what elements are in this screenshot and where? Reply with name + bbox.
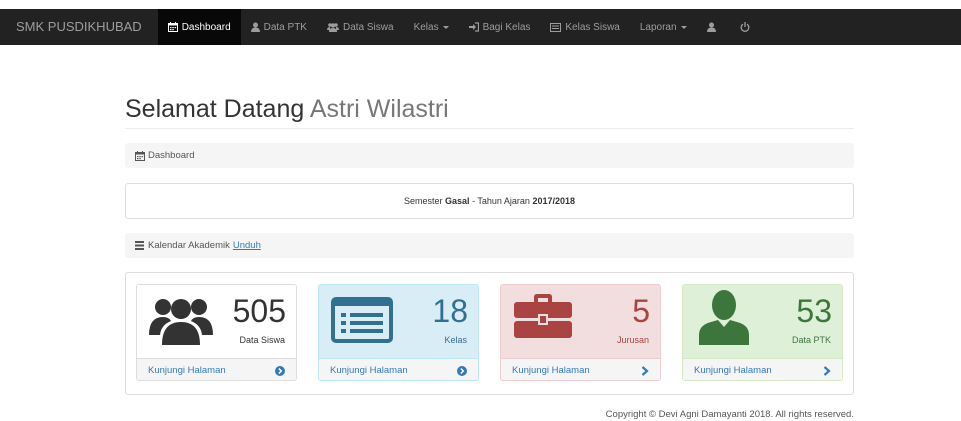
circle-arrow-right-icon	[457, 365, 467, 376]
visit-page-label: Kunjungi Halaman	[694, 365, 772, 376]
nav-item-data-siswa[interactable]: Data Siswa	[317, 9, 404, 45]
nav-item-kelas-siswa[interactable]: Kelas Siswa	[540, 9, 629, 45]
visit-page-label: Kunjungi Halaman	[512, 365, 590, 376]
nav-label-data-ptk: Data PTK	[263, 21, 307, 33]
list-icon	[135, 241, 144, 250]
copyright-text: Copyright © Devi Agni Damayanti 2018. Al…	[605, 409, 854, 420]
stat-card-kelas: 18 Kelas Kunjungi Halaman	[318, 284, 479, 381]
visit-page-link[interactable]: Kunjungi Halaman	[501, 358, 660, 380]
stat-label: Kelas	[444, 335, 467, 345]
sign-in-icon	[468, 22, 479, 32]
user-name: Astri Wilastri	[309, 95, 449, 123]
circle-arrow-right-icon	[275, 365, 285, 376]
users-icon	[326, 23, 339, 32]
briefcase-icon	[514, 294, 572, 338]
list-alt-icon	[331, 297, 393, 343]
user-icon	[699, 290, 749, 345]
visit-page-link[interactable]: Kunjungi Halaman	[319, 358, 478, 380]
list-alt-icon	[550, 22, 562, 32]
stat-value: 18	[432, 293, 468, 329]
page-title: Selamat Datang Astri Wilastri	[125, 95, 449, 124]
visit-page-link[interactable]: Kunjungi Halaman	[683, 358, 842, 380]
stat-label: Data PTK	[791, 335, 831, 345]
stat-label: Data Siswa	[239, 335, 285, 345]
visit-page-label: Kunjungi Halaman	[148, 365, 226, 376]
nav-label-bagi-kelas: Bagi Kelas	[482, 21, 531, 33]
welcome-text: Selamat Datang	[125, 95, 305, 123]
caret-down-icon	[680, 25, 687, 29]
visit-page-label: Kunjungi Halaman	[330, 365, 408, 376]
stat-card-data-ptk: 53 Data PTK Kunjungi Halaman	[682, 284, 843, 381]
users-icon	[149, 299, 213, 345]
chevron-right-icon	[823, 365, 831, 376]
academic-year: 2017/2018	[532, 196, 576, 206]
power-icon	[740, 22, 749, 32]
nav-item-bagi-kelas[interactable]: Bagi Kelas	[459, 9, 541, 45]
kalendar-label: Kalendar Akademik	[148, 240, 230, 251]
breadcrumb-label: Dashboard	[148, 150, 195, 161]
stat-value: 5	[632, 293, 650, 329]
user-icon	[706, 22, 716, 32]
semester-info: Semester Gasal - Tahun Ajaran 2017/2018	[125, 183, 854, 219]
semester-value: Gasal	[445, 196, 470, 206]
kalendar-bar: Kalendar Akademik Unduh	[125, 233, 854, 258]
title-divider	[125, 128, 854, 129]
nav-item-laporan[interactable]: Laporan	[630, 9, 697, 45]
user-icon	[250, 22, 260, 32]
visit-page-link[interactable]: Kunjungi Halaman	[137, 358, 296, 380]
navbar: SMK PUSDIKHUBAD Dashboard Data PTK Data …	[0, 9, 961, 45]
nav-item-kelas[interactable]: Kelas	[404, 9, 459, 45]
stat-value: 505	[232, 293, 286, 329]
download-link[interactable]: Unduh	[233, 240, 261, 251]
nav-item-profile[interactable]	[697, 9, 730, 45]
nav-item-data-ptk[interactable]: Data PTK	[241, 9, 317, 45]
nav-label-data-siswa: Data Siswa	[342, 21, 394, 33]
semester-middle: - Tahun Ajaran	[472, 196, 530, 206]
stat-card-data-siswa: 505 Data Siswa Kunjungi Halaman	[136, 284, 297, 381]
stat-card-jurusan: 5 Jurusan Kunjungi Halaman	[500, 284, 661, 381]
stat-label: Jurusan	[616, 335, 649, 345]
stat-value: 53	[796, 293, 832, 329]
navbar-brand[interactable]: SMK PUSDIKHUBAD	[0, 9, 158, 45]
nav-label-laporan: Laporan	[639, 21, 677, 33]
semester-prefix: Semester	[403, 196, 443, 206]
caret-down-icon	[442, 25, 449, 29]
nav-label-kelas: Kelas	[413, 21, 439, 33]
breadcrumb: Dashboard	[125, 143, 854, 168]
nav-item-dashboard[interactable]: Dashboard	[157, 9, 241, 45]
chevron-right-icon	[641, 365, 649, 376]
calendar-icon	[167, 22, 178, 32]
calendar-icon	[135, 150, 145, 161]
nav-item-logout[interactable]	[730, 9, 764, 45]
nav-label-dashboard: Dashboard	[181, 21, 231, 33]
nav-label-kelas-siswa: Kelas Siswa	[565, 21, 620, 33]
